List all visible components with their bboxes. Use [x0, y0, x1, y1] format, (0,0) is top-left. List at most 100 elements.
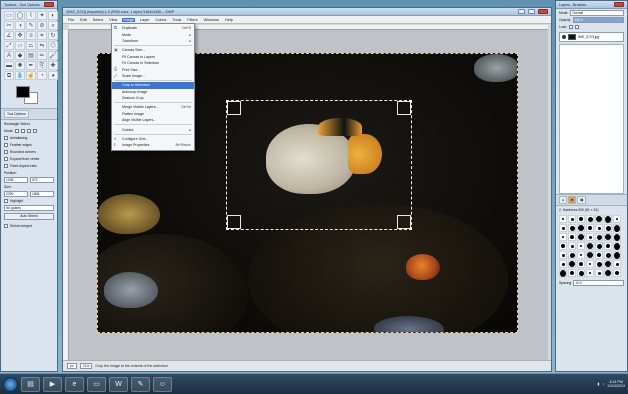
menu-item-align-visible-layers[interactable]: Align Visible Layers... [112, 117, 194, 123]
measure-tool-icon[interactable]: ∠ [4, 31, 14, 40]
brush-preview-icon[interactable] [586, 215, 594, 223]
shrink-merged-row[interactable]: Shrink merged [1, 222, 57, 229]
color-picker-tool-icon[interactable]: ⊘ [37, 21, 47, 30]
eraser-tool-icon[interactable]: ▬ [4, 61, 14, 70]
mode-subtract-icon[interactable] [27, 128, 32, 133]
layer-mode-select[interactable]: Normal [570, 9, 624, 16]
brush-preview-icon[interactable] [559, 260, 567, 268]
fixed-row[interactable]: Fixed Aspect ratio [1, 162, 57, 169]
gradients-tab-icon[interactable]: ▦ [577, 196, 587, 204]
brush-preview-icon[interactable] [568, 260, 576, 268]
highlight-row[interactable]: Highlight [1, 197, 57, 204]
browser-taskbar-icon[interactable]: e [65, 376, 84, 392]
brush-preview-icon[interactable] [586, 269, 594, 277]
dock-titlebar[interactable]: Layers - Brushes [556, 1, 627, 9]
opacity-field[interactable]: 100.0 [572, 16, 624, 23]
lock-alpha-checkbox[interactable] [575, 24, 580, 29]
foreground-select-tool-icon[interactable]: ◑ [15, 21, 25, 30]
brush-preview-icon[interactable] [577, 215, 585, 223]
menu-select[interactable]: Select [92, 18, 105, 22]
menu-filters[interactable]: Filters [186, 18, 198, 22]
zoom-tool-icon[interactable]: ⌕ [48, 21, 58, 30]
zoom-select[interactable]: 21% [79, 363, 93, 369]
lock-pixels-checkbox[interactable] [569, 24, 574, 29]
maximize-button[interactable] [528, 9, 535, 14]
rectangle-selection[interactable] [226, 100, 412, 230]
ellipse-select-tool-icon[interactable]: ◯ [15, 11, 25, 20]
word-taskbar-icon[interactable]: W [109, 376, 128, 392]
menu-windows[interactable]: Windows [203, 18, 220, 22]
selection-handle-bl[interactable] [227, 215, 241, 229]
foreground-color-swatch[interactable] [16, 86, 30, 98]
pencil-tool-icon[interactable]: ✏ [37, 51, 47, 60]
brush-preview-icon[interactable] [559, 251, 567, 259]
expand-checkbox[interactable] [4, 156, 8, 161]
brush-preview-icon[interactable] [604, 242, 612, 250]
tab-tool-options[interactable]: Tool Options [4, 110, 29, 118]
toolbox-titlebar[interactable]: Toolbox - Tool Options [1, 1, 57, 9]
menu-item-image-properties[interactable]: ℹ Image Properties Alt+Return [112, 142, 194, 148]
brush-preview-icon[interactable] [613, 233, 621, 241]
burn-tool-icon[interactable]: ◕ [48, 71, 58, 80]
mode-intersect-icon[interactable] [33, 128, 38, 133]
highlight-checkbox[interactable] [4, 198, 8, 203]
brush-preview-icon[interactable] [586, 251, 594, 259]
scale-tool-icon[interactable]: ⤢ [4, 41, 14, 50]
move-tool-icon[interactable]: ✥ [15, 31, 25, 40]
toolbox-close-button[interactable] [44, 2, 54, 7]
selection-handle-br[interactable] [397, 215, 411, 229]
mode-replace-icon[interactable] [15, 128, 20, 133]
menu-item-guides[interactable]: Guides ▸ [112, 126, 194, 132]
brush-preview-icon[interactable] [595, 233, 603, 241]
brush-preview-icon[interactable] [604, 215, 612, 223]
fuzzy-select-tool-icon[interactable]: ✦ [37, 11, 47, 20]
layer-item[interactable]: IMG_5723.jpg [559, 32, 624, 42]
minimize-button[interactable] [518, 9, 525, 14]
gimp-titlebar[interactable]: *[IMG_5723] (imported)-1.0 (RGB color, 1… [63, 8, 551, 16]
layers-list-area[interactable] [559, 44, 624, 194]
brush-preview-icon[interactable] [577, 251, 585, 259]
menu-image[interactable]: Image [122, 17, 135, 22]
heal-tool-icon[interactable]: ✚ [48, 61, 58, 70]
flip-tool-icon[interactable]: ⇋ [37, 41, 47, 50]
start-button[interactable] [3, 376, 18, 392]
auto-shrink-button[interactable]: Auto Shrink [4, 213, 54, 220]
menu-edit[interactable]: Edit [79, 18, 88, 22]
brush-preview-icon[interactable] [613, 269, 621, 277]
brush-preview-icon[interactable] [586, 233, 594, 241]
menu-help[interactable]: Help [224, 18, 234, 22]
clone-tool-icon[interactable]: ⎘ [37, 61, 47, 70]
position-y-field[interactable]: 572 [30, 176, 54, 183]
text-tool-icon[interactable]: A [4, 51, 14, 60]
align-tool-icon[interactable]: ≡ [26, 31, 36, 40]
brush-preview-icon[interactable] [577, 224, 585, 232]
network-icon[interactable]: ▮ [597, 382, 599, 386]
mode-add-icon[interactable] [21, 128, 26, 133]
smudge-tool-icon[interactable]: ☝ [26, 71, 36, 80]
expand-row[interactable]: Expand from center [1, 155, 57, 162]
guides-select[interactable]: No guides [4, 204, 54, 211]
media-player-taskbar-icon[interactable]: ▶ [43, 376, 62, 392]
menu-item-scale-image[interactable]: ⤢ Scale Image... [112, 73, 194, 79]
brush-preview-icon[interactable] [586, 224, 594, 232]
dodge-tool-icon[interactable]: ◔ [37, 71, 47, 80]
size-w-field[interactable]: 2290 [4, 190, 28, 197]
brushes-tab-icon[interactable]: ● [559, 196, 568, 204]
selection-handle-tl[interactable] [227, 101, 241, 115]
brush-preview-icon[interactable] [586, 242, 594, 250]
selection-handle-tr[interactable] [397, 101, 411, 115]
brush-preview-icon[interactable] [604, 251, 612, 259]
ink-tool-icon[interactable]: ✒ [26, 61, 36, 70]
brush-preview-icon[interactable] [595, 215, 603, 223]
brush-preview-icon[interactable] [613, 260, 621, 268]
brush-preview-icon[interactable] [559, 269, 567, 277]
size-h-field[interactable]: 1808 [30, 190, 54, 197]
close-button[interactable] [538, 9, 548, 14]
brush-preview-icon[interactable] [559, 242, 567, 250]
rounded-row[interactable]: Rounded corners [1, 148, 57, 155]
color-select-tool-icon[interactable]: ◐ [48, 11, 58, 20]
layer-visibility-icon[interactable] [562, 35, 566, 39]
brush-preview-icon[interactable] [568, 242, 576, 250]
menu-layer[interactable]: Layer [139, 18, 151, 22]
menu-view[interactable]: View [108, 18, 118, 22]
